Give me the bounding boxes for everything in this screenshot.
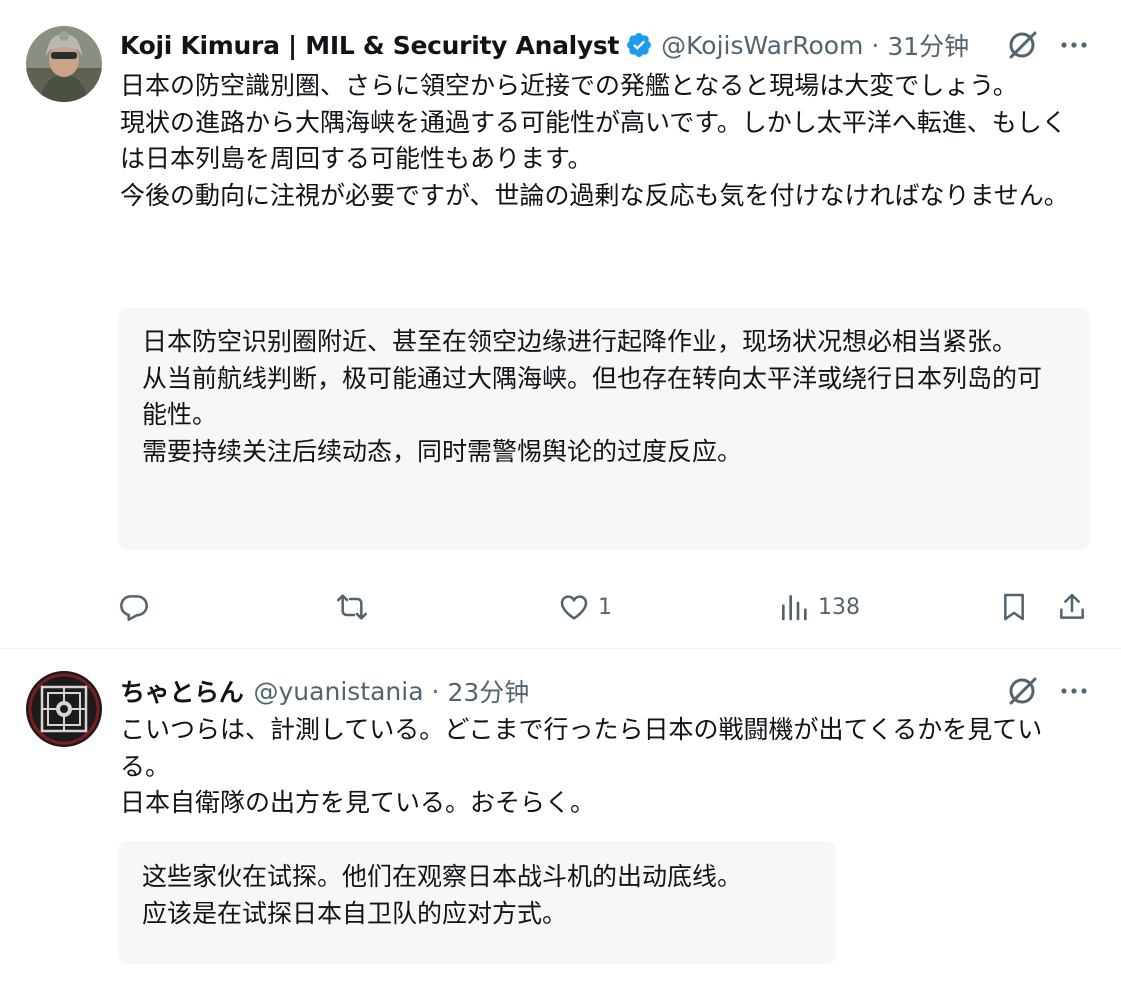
post-kojis-warroom[interactable]: Koji Kimura | MIL & Security Analyst @Ko… [0,0,1121,649]
translation-line: 需要持续关注后续动态，同时需警惕舆论的过度反应。 [142,436,743,466]
avatar[interactable] [26,26,102,102]
bookmark-icon [1004,593,1024,621]
post-body: こいつらは、計測している。どこまで行ったら日本の戦闘機が出てくるかを見ている。 … [120,712,1080,822]
verified-badge-icon [627,33,652,57]
body-line: 日本自衛隊の出方を見ている。おそらく。 [120,788,596,817]
post-time[interactable]: 23分钟 [447,673,529,709]
like-icon [560,595,588,620]
reply-button[interactable] [118,585,158,629]
action-bar: 1 138 [0,585,1121,629]
post-yuanistania[interactable]: ちゃとらん @yuanistania · 23分钟 こいつらは、計測している。ど… [0,649,1121,1002]
author-handle[interactable]: @KojisWarRoom [661,31,863,60]
translation-line: 这些家伙在试探。他们在观察日本战斗机的出动底线。 [142,862,743,891]
share-icon [1060,593,1084,619]
translation-line: 应该是在试探日本自卫队的应对方式。 [142,898,568,928]
like-button[interactable]: 1 [558,585,612,629]
grok-icon[interactable] [1005,28,1039,62]
body-line: 現状の進路から大隅海峡を通過する可能性が高いです。しかし太平洋へ転進、もしくは日… [120,107,1067,174]
repost-icon [337,594,367,620]
author-handle[interactable]: @yuanistania [254,677,424,706]
author-name[interactable]: Koji Kimura | MIL & Security Analyst [120,31,619,60]
reply-icon [120,595,148,621]
views-count: 138 [818,594,860,620]
post-time[interactable]: 31分钟 [887,27,969,63]
post-body: 日本の防空識別圏、さらに領空から近接での発艦となると現場は大変でしょう。 現状の… [120,68,1080,214]
avatar-image [26,671,102,747]
bookmark-button[interactable] [998,585,1030,629]
more-icon[interactable] [1057,28,1091,62]
author-name[interactable]: ちゃとらん [120,673,244,709]
body-line: 今後の動向に注視が必要ですが、世論の過剰な反応も気を付けなければなりません。 [120,180,1069,210]
repost-button[interactable] [336,585,376,629]
views-icon [782,595,807,621]
like-count: 1 [598,594,612,620]
translation-box: 日本防空识别圈附近、甚至在领空边缘进行起降作业，现场状况想必相当紧张。 从当前航… [118,308,1090,550]
post-header: Koji Kimura | MIL & Security Analyst @Ko… [120,25,969,65]
avatar-image [26,26,102,102]
post-header: ちゃとらん @yuanistania · 23分钟 [120,671,529,711]
separator-dot: · [871,30,880,60]
avatar[interactable] [26,671,102,747]
separator-dot: · [431,676,440,706]
share-button[interactable] [1056,585,1088,629]
body-line: こいつらは、計測している。どこまで行ったら日本の戦闘機が出てくるかを見ている。 [120,715,1043,781]
translation-box: 这些家伙在试探。他们在观察日本战斗机的出动底线。 应该是在试探日本自卫队的应对方… [118,841,836,964]
grok-icon[interactable] [1005,674,1039,708]
views-button[interactable]: 138 [778,585,860,629]
translation-line: 日本防空识别圈附近、甚至在领空边缘进行起降作业，现场状况想必相当紧张。 [142,327,1018,356]
body-line: 日本の防空識別圏、さらに領空から近接での発艦となると現場は大変でしょう。 [120,71,1018,100]
translation-line: 从当前航线判断，极可能通过大隅海峡。但也存在转向太平洋或绕行日本列岛的可能性。 [142,363,1043,430]
more-icon[interactable] [1057,674,1091,708]
